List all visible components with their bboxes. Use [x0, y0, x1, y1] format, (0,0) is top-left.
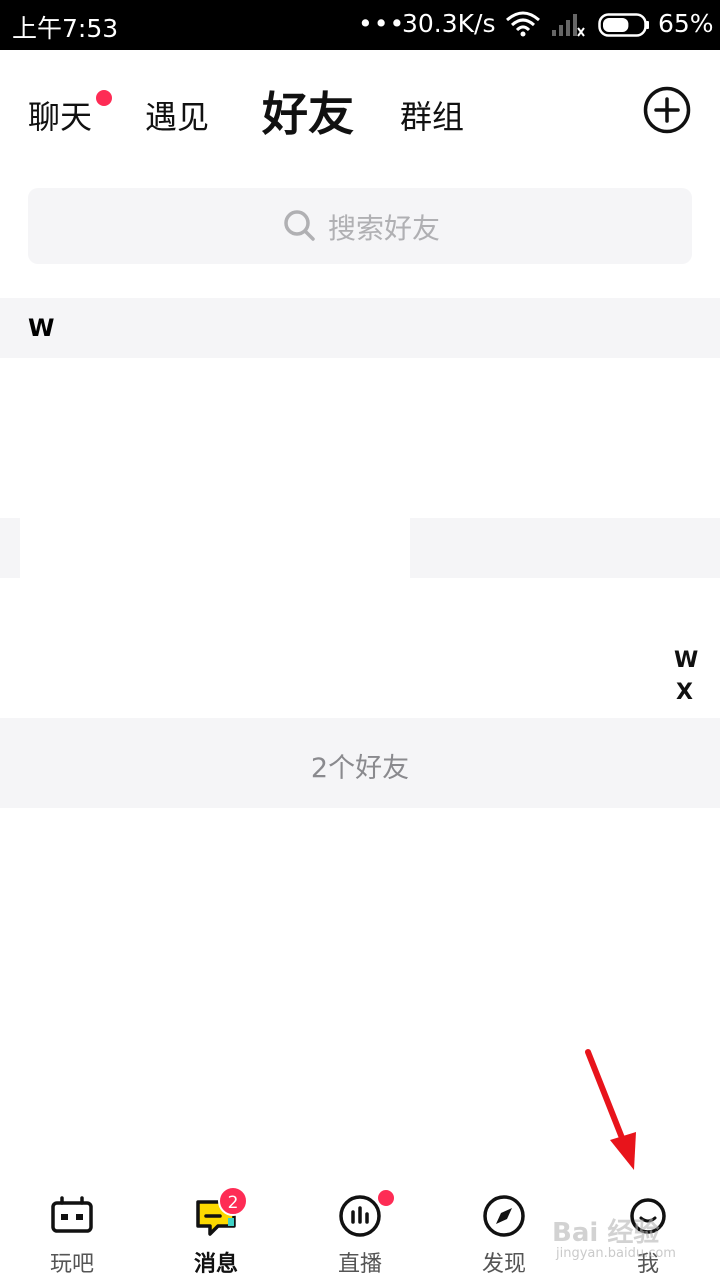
nav-discover[interactable]: 发现 [454, 1186, 554, 1280]
network-speed: 30.3K/s [402, 9, 496, 38]
tab-friends[interactable]: 好友 [262, 78, 354, 144]
search-input[interactable]: 搜索好友 [28, 188, 692, 264]
compass-icon [483, 1195, 525, 1237]
nav-label: 玩吧 [49, 1252, 94, 1277]
status-time: 上午7:53 [12, 14, 119, 43]
search-placeholder: 搜索好友 [328, 212, 441, 245]
section-letter: W [28, 314, 55, 342]
nav-label: 消息 [193, 1252, 238, 1277]
status-bar: 上午7:53 ••• 30.3K/s 65% [0, 0, 720, 50]
section-header: W [0, 298, 720, 358]
red-arrow-annotation [585, 1049, 636, 1170]
live-icon [339, 1195, 381, 1237]
friend-row[interactable] [0, 358, 720, 518]
tab-chat[interactable]: 聊天 [28, 92, 92, 138]
watermark: Bai 经验 [552, 1218, 660, 1248]
nav-live[interactable]: 直播 [310, 1186, 410, 1280]
add-button[interactable] [643, 86, 691, 134]
search-icon [284, 210, 315, 241]
message-badge: 2 [218, 1186, 248, 1216]
tab-groups[interactable]: 群组 [400, 92, 464, 138]
chat-unread-dot [96, 90, 112, 106]
divider-left [0, 518, 20, 578]
watermark-url: jingyan.baidu.com [556, 1246, 676, 1261]
nav-play[interactable]: 玩吧 [22, 1186, 122, 1280]
nav-label: 直播 [337, 1252, 382, 1277]
nav-messages[interactable]: 2 消息 [166, 1186, 266, 1280]
friend-row-fragment[interactable] [20, 518, 410, 578]
nav-label: 发现 [481, 1252, 526, 1277]
live-dot [378, 1190, 394, 1206]
divider-right [410, 518, 720, 578]
friend-count: 2个好友 [310, 753, 410, 784]
index-letter-w[interactable]: W [674, 648, 698, 673]
status-dots: ••• [358, 9, 406, 38]
gamepad-icon [51, 1196, 93, 1233]
battery-percent: 65% [658, 9, 714, 38]
battery-icon [598, 13, 649, 37]
wifi-icon [506, 11, 540, 37]
friend-count-bar: 2个好友 [0, 718, 720, 808]
index-letter-x[interactable]: X [676, 680, 693, 705]
signal-icon [552, 14, 585, 37]
tab-meet[interactable]: 遇见 [145, 92, 209, 138]
